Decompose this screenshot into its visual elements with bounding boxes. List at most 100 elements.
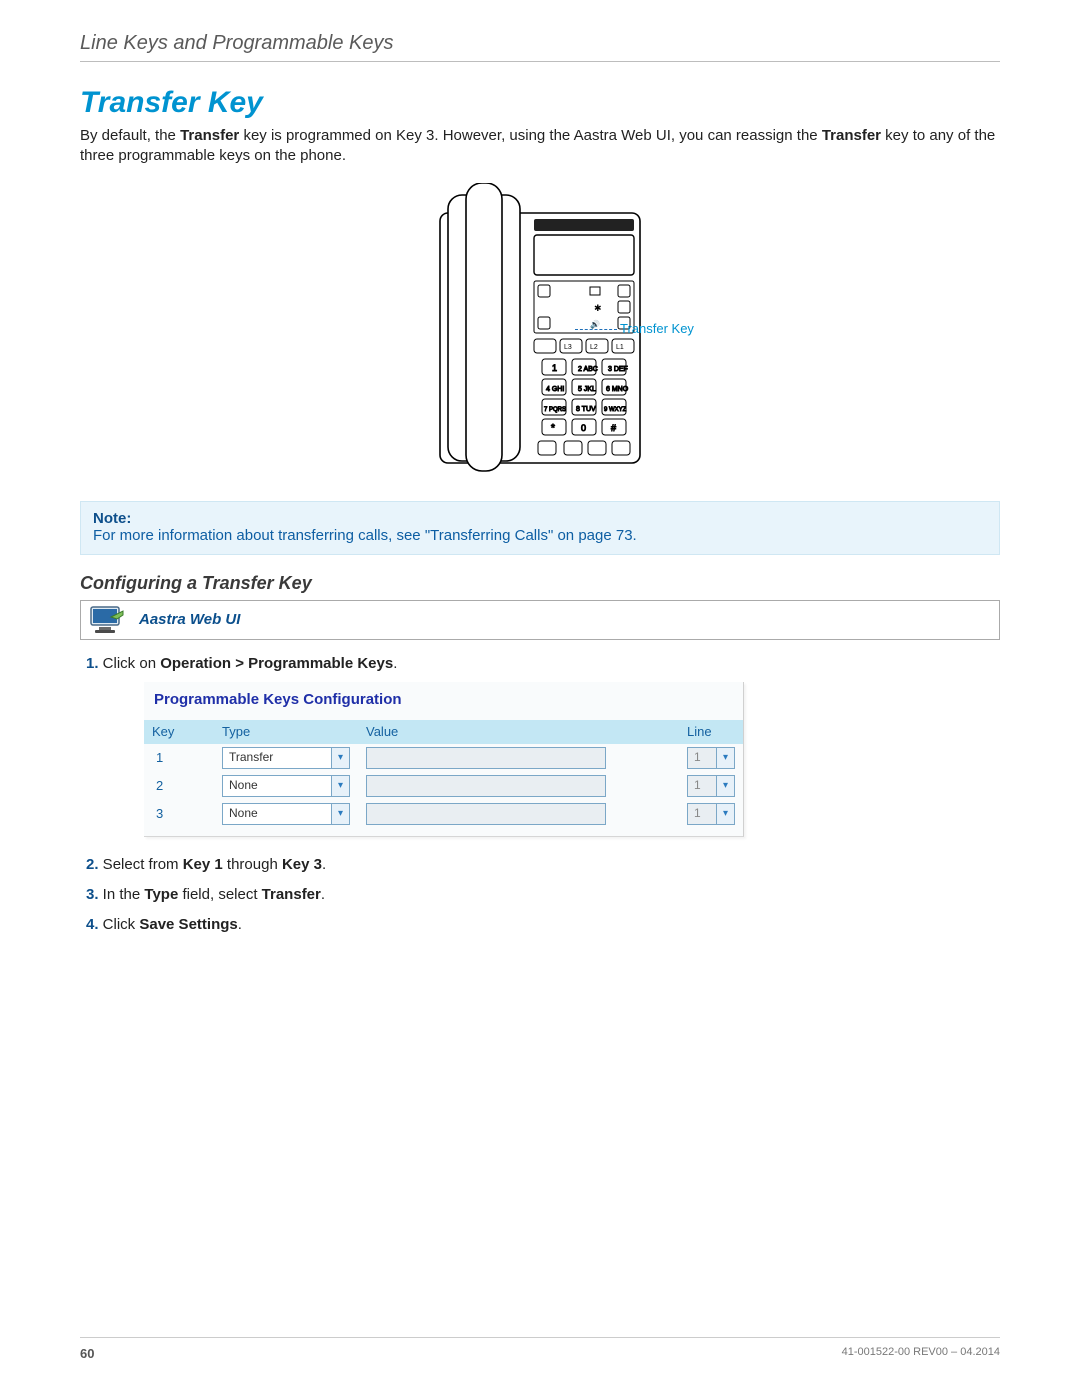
- step-text: Click on: [99, 655, 161, 672]
- svg-text:3 DEF: 3 DEF: [608, 366, 628, 373]
- subheading-configuring: Configuring a Transfer Key: [80, 573, 1000, 594]
- phone-illustration: ✱ 🔊 L3 L2 L1 1 2 ABC 3 DEF 4 GHI 5 JKL 6…: [430, 183, 650, 478]
- chevron-down-icon: ▾: [716, 804, 734, 824]
- line-value: 1: [694, 749, 701, 765]
- svg-text:5 JKL: 5 JKL: [578, 386, 596, 393]
- step-number: 1.: [86, 655, 99, 672]
- note-label: Note:: [93, 510, 987, 527]
- svg-text:1: 1: [552, 363, 557, 373]
- svg-text:6 MNO: 6 MNO: [606, 386, 629, 393]
- col-header-line: Line: [679, 720, 743, 744]
- type-select-value: None: [229, 805, 258, 821]
- step-text: .: [393, 655, 397, 672]
- col-header-type: Type: [214, 720, 358, 744]
- svg-text:0: 0: [581, 423, 586, 433]
- svg-text:L2: L2: [590, 344, 598, 351]
- svg-text:7 PQRS: 7 PQRS: [544, 407, 566, 413]
- value-input-row3[interactable]: [366, 803, 606, 825]
- col-header-key: Key: [144, 720, 214, 744]
- step-bold: Save Settings: [139, 916, 237, 933]
- type-select-row1[interactable]: Transfer ▾: [222, 747, 350, 769]
- svg-text:*: *: [551, 423, 555, 434]
- step-text: .: [238, 916, 242, 933]
- svg-text:L1: L1: [616, 344, 624, 351]
- cell-key: 1: [144, 744, 214, 772]
- chevron-down-icon: ▾: [716, 748, 734, 768]
- svg-text:✱: ✱: [594, 303, 602, 313]
- chevron-down-icon: ▾: [331, 748, 349, 768]
- aastra-webui-bar: Aastra Web UI: [80, 600, 1000, 640]
- page-number: 60: [80, 1346, 94, 1361]
- intro-bold-2: Transfer: [822, 127, 881, 144]
- value-input-row2[interactable]: [366, 775, 606, 797]
- line-value: 1: [694, 777, 701, 793]
- svg-text:L3: L3: [564, 344, 572, 351]
- step-bold: Key 3: [282, 856, 322, 873]
- step-number: 3.: [86, 886, 99, 903]
- phone-callout-label: Transfer Key: [620, 321, 694, 336]
- page-title: Transfer Key: [80, 86, 1000, 120]
- callout-leader-line: [575, 329, 617, 330]
- table-row: 3 None ▾: [144, 800, 743, 828]
- doc-revision: 41-001522-00 REV00 – 04.2014: [842, 1346, 1000, 1361]
- intro-bold-1: Transfer: [180, 127, 239, 144]
- col-header-value: Value: [358, 720, 679, 744]
- step-text: field, select: [178, 886, 261, 903]
- svg-text:🔊: 🔊: [590, 319, 600, 329]
- note-mid: on: [553, 527, 578, 544]
- step-text: Click: [99, 916, 140, 933]
- step-3: 3. In the Type field, select Transfer.: [86, 885, 1000, 905]
- step-bold: Type: [144, 886, 178, 903]
- monitor-icon: [89, 605, 127, 635]
- note-link-transferring-calls[interactable]: "Transferring Calls": [425, 527, 553, 544]
- svg-text:9 WXYZ: 9 WXYZ: [604, 407, 627, 413]
- step-text: through: [223, 856, 282, 873]
- intro-paragraph: By default, the Transfer key is programm…: [80, 126, 1000, 167]
- svg-text:#: #: [611, 423, 616, 433]
- svg-text:8 TUV: 8 TUV: [576, 406, 596, 413]
- config-panel-title: Programmable Keys Configuration: [144, 688, 743, 720]
- programmable-keys-config-panel: Programmable Keys Configuration Key Type…: [144, 682, 744, 837]
- note-link-page[interactable]: page 73: [578, 527, 632, 544]
- note-prefix: For more information about transferring …: [93, 527, 425, 544]
- step-bold: Operation > Programmable Keys: [160, 655, 393, 672]
- note-text: For more information about transferring …: [93, 527, 987, 544]
- aastra-webui-label: Aastra Web UI: [139, 611, 240, 628]
- steps-list: 1. Click on Operation > Programmable Key…: [80, 654, 1000, 936]
- step-number: 4.: [86, 916, 99, 933]
- note-suffix: .: [633, 527, 637, 544]
- step-text: In the: [99, 886, 145, 903]
- config-table: Key Type Value Line 1 Transfer ▾: [144, 720, 743, 828]
- cell-key: 2: [144, 772, 214, 800]
- intro-text: key is programmed on Key 3. However, usi…: [239, 127, 822, 144]
- chevron-down-icon: ▾: [716, 776, 734, 796]
- type-select-row2[interactable]: None ▾: [222, 775, 350, 797]
- step-1: 1. Click on Operation > Programmable Key…: [86, 654, 1000, 837]
- step-number: 2.: [86, 856, 99, 873]
- type-select-row3[interactable]: None ▾: [222, 803, 350, 825]
- step-4: 4. Click Save Settings.: [86, 915, 1000, 935]
- svg-text:2 ABC: 2 ABC: [578, 366, 598, 373]
- line-select-row2[interactable]: 1 ▾: [687, 775, 735, 797]
- section-header: Line Keys and Programmable Keys: [80, 32, 1000, 62]
- chevron-down-icon: ▾: [331, 804, 349, 824]
- table-row: 1 Transfer ▾: [144, 744, 743, 772]
- cell-key: 3: [144, 800, 214, 828]
- value-input-row1[interactable]: [366, 747, 606, 769]
- step-2: 2. Select from Key 1 through Key 3.: [86, 855, 1000, 875]
- table-row: 2 None ▾: [144, 772, 743, 800]
- step-bold: Key 1: [183, 856, 223, 873]
- step-text: .: [321, 886, 325, 903]
- svg-text:4 GHI: 4 GHI: [546, 386, 564, 393]
- step-text: Select from: [99, 856, 183, 873]
- line-select-row1[interactable]: 1 ▾: [687, 747, 735, 769]
- phone-illustration-area: ✱ 🔊 L3 L2 L1 1 2 ABC 3 DEF 4 GHI 5 JKL 6…: [80, 183, 1000, 483]
- line-value: 1: [694, 805, 701, 821]
- step-text: .: [322, 856, 326, 873]
- note-box: Note: For more information about transfe…: [80, 501, 1000, 555]
- type-select-value: Transfer: [229, 749, 273, 765]
- type-select-value: None: [229, 777, 258, 793]
- step-bold: Transfer: [262, 886, 321, 903]
- line-select-row3[interactable]: 1 ▾: [687, 803, 735, 825]
- intro-text: By default, the: [80, 127, 180, 144]
